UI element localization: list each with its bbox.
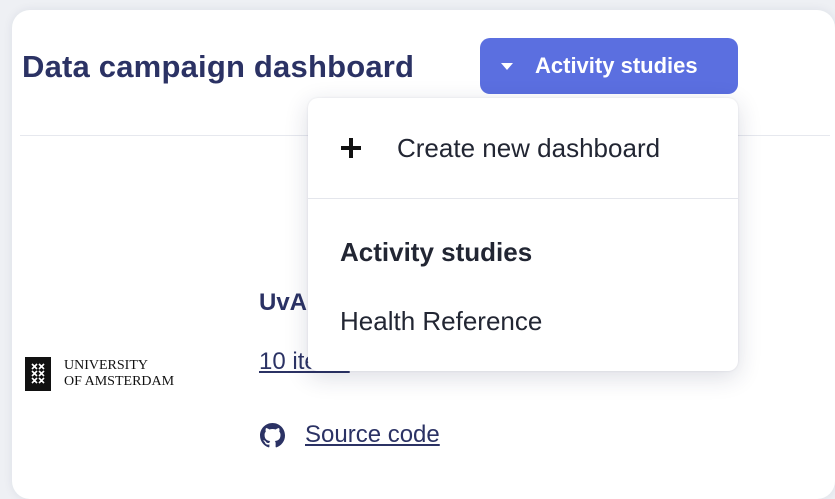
logo-line-2: OF AMSTERDAM (64, 374, 175, 389)
project-name: UvA (259, 289, 308, 316)
caret-down-icon (501, 62, 513, 70)
plus-icon (341, 138, 361, 158)
create-dashboard-label: Create new dashboard (397, 132, 661, 163)
page-title: Data campaign dashboard (22, 49, 415, 84)
create-dashboard-item[interactable]: Create new dashboard (308, 98, 738, 198)
university-logo: UNIVERSITY OF AMSTERDAM (25, 357, 174, 391)
dashboard-selector-button[interactable]: Activity studies (480, 38, 738, 94)
logo-line-1: UNIVERSITY (64, 358, 148, 373)
university-name: UNIVERSITY OF AMSTERDAM (64, 358, 174, 390)
source-code-label: Source code (305, 421, 440, 448)
source-code-link[interactable]: Source code (260, 421, 440, 449)
menu-item-health-reference[interactable]: Health Reference (340, 306, 542, 337)
dashboard-selector-label: Activity studies (535, 53, 698, 78)
github-icon (260, 422, 285, 447)
menu-item-activity-studies[interactable]: Activity studies (340, 237, 532, 268)
uva-emblem-icon (25, 357, 51, 391)
menu-divider (308, 198, 738, 199)
dashboard-dropdown-menu: Create new dashboard Activity studies He… (308, 98, 738, 371)
